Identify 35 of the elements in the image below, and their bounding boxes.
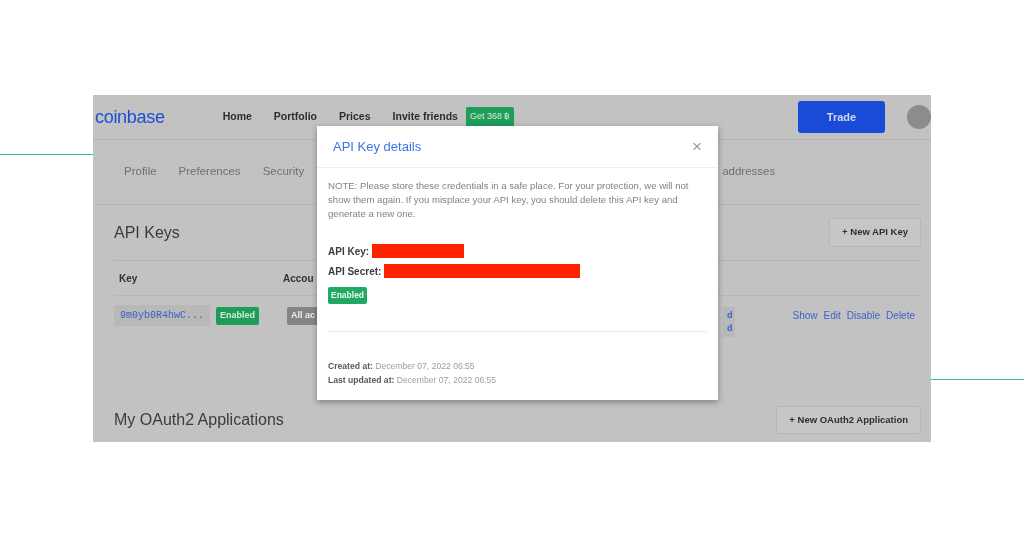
new-api-key-button[interactable]: + New API Key [829, 218, 921, 247]
section-title: My OAuth2 Applications [114, 410, 284, 431]
table-cell: d [727, 309, 733, 322]
note-text: NOTE: Please store these credentials in a safe place. For your protection, we will not show them again. If you misplace your API key, you should delete this API key and generate a new one. [328, 179, 690, 221]
column-header: Key [118, 271, 139, 286]
settings-tab[interactable]: Profile [124, 163, 157, 181]
modal-title: API Key details [333, 137, 422, 156]
nav-link[interactable]: Prices [339, 109, 371, 125]
timestamp-text: Created at: December 07, 2022 06:55 [328, 360, 476, 373]
avatar-icon[interactable] [907, 105, 931, 129]
nav-link[interactable]: Portfolio [273, 109, 317, 125]
nav-link[interactable]: Invite friends [392, 109, 458, 125]
action-link[interactable]: Delete [886, 308, 915, 323]
timestamp-text: Last updated at: December 07, 2022 06:55 [328, 374, 498, 387]
action-link[interactable]: Disable [846, 308, 881, 323]
new-application-button[interactable]: + New OAuth2 Application [776, 406, 921, 435]
column-header: Accou [283, 271, 314, 286]
settings-tab[interactable]: Security [262, 163, 305, 181]
nav-link[interactable]: Home [222, 109, 252, 125]
action-link[interactable]: Show [792, 308, 818, 323]
action-link[interactable]: Edit [823, 308, 841, 323]
settings-tab[interactable]: Preferences [178, 163, 241, 181]
api-key-code[interactable]: 9m0yb0R4hwC... [114, 305, 210, 326]
account-badge: All ac [287, 307, 320, 325]
close-button[interactable]: × [692, 138, 702, 155]
status-badge: Enabled [216, 307, 260, 325]
section-title: API Keys [114, 222, 180, 243]
reward-badge: Get 368 ฿ [465, 107, 515, 127]
settings-tab[interactable]: addresses [722, 163, 776, 181]
table-cell: d [727, 322, 733, 335]
field-label: API Secret: [328, 264, 382, 279]
trade-button[interactable]: Trade [798, 101, 885, 133]
status-badge: Enabled [328, 287, 368, 304]
logo[interactable]: coinbase [95, 103, 165, 131]
field-label: API Key: [328, 244, 370, 259]
